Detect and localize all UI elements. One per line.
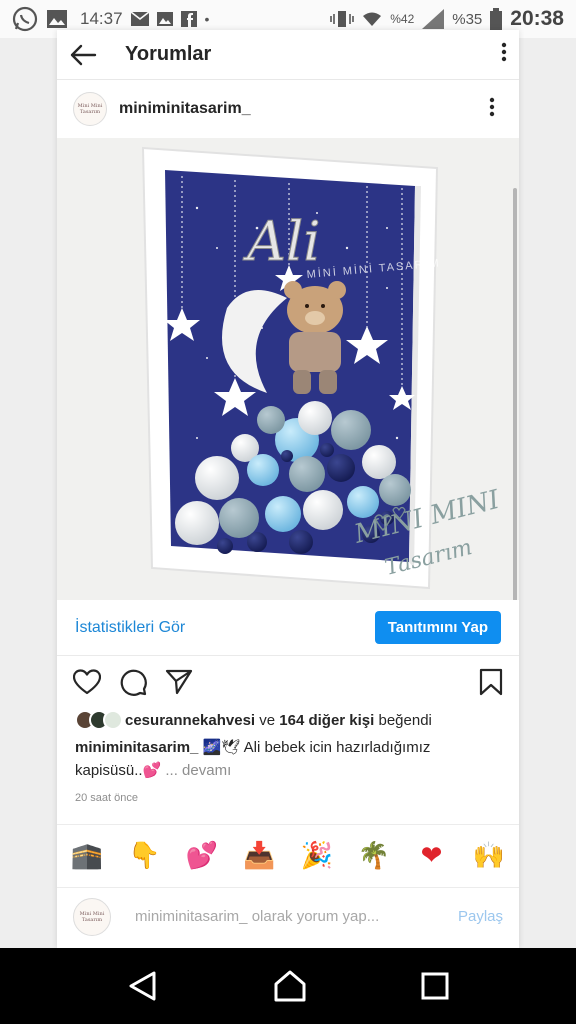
first-liker[interactable]: cesurannekahvesi — [125, 712, 255, 729]
vibrate-icon — [330, 11, 355, 27]
post-header: Mini Mini Tasarım miniminitasarim_ — [57, 80, 519, 138]
comment-icon[interactable] — [119, 668, 147, 696]
wifi-icon — [363, 12, 382, 26]
notification-gallery-icon — [156, 12, 173, 26]
other-likers[interactable]: 164 diğer kişi — [279, 712, 374, 729]
page-title: Yorumlar — [125, 43, 212, 65]
liker-avatar — [103, 710, 123, 730]
likes-connector: ve — [255, 711, 280, 729]
more-vertical-icon — [501, 42, 507, 62]
status-clock: 20:38 — [510, 7, 564, 30]
post-username[interactable]: miniminitasarim_ — [119, 100, 251, 118]
whatsapp-icon — [12, 6, 38, 32]
avatar-logo-text: Mini Mini Tasarım — [77, 103, 103, 115]
facebook-icon — [180, 11, 197, 27]
avatar[interactable]: Mini Mini Tasarım — [73, 92, 107, 126]
post-comment-button[interactable]: Paylaş — [458, 908, 503, 925]
signal-percent: %42 — [390, 12, 415, 26]
battery-percent: %35 — [452, 10, 483, 28]
emoji-two-hearts[interactable]: 💕 — [186, 840, 218, 872]
likes-summary[interactable]: cesurannekahvesi ve 164 diğer kişi beğen… — [57, 708, 519, 732]
emoji-inbox-tray[interactable]: 📥 — [243, 840, 275, 872]
header-more-button[interactable] — [501, 42, 507, 67]
scrollbar[interactable] — [513, 188, 517, 600]
more-vertical-icon — [489, 97, 495, 116]
comment-composer: Mini Mini Tasarım miniminitasarim_ olara… — [57, 887, 519, 945]
emoji-raising-hands[interactable]: 🙌 — [473, 840, 505, 872]
likes-suffix: beğendi — [374, 711, 432, 729]
post-actions — [57, 656, 519, 708]
promotion-bar: İstatistikleri Gör Tanıtımını Yap — [57, 600, 519, 656]
send-icon[interactable] — [165, 669, 193, 695]
nav-home-icon[interactable] — [272, 968, 308, 1004]
caption-emojis: 🌌🕊 — [202, 739, 241, 756]
view-insights-link[interactable]: İstatistikleri Gör — [75, 619, 185, 637]
nav-recents-icon[interactable] — [420, 971, 450, 1001]
promote-button[interactable]: Tanıtımını Yap — [374, 611, 501, 644]
signal-icon — [422, 9, 445, 29]
name-topper-text: Ali — [242, 210, 321, 273]
emoji-palm-tree[interactable]: 🌴 — [358, 840, 390, 872]
post-caption: miniminitasarim_ 🌌🕊 Ali bebek icin hazır… — [57, 732, 519, 782]
emoji-red-heart[interactable]: ❤ — [416, 840, 448, 872]
more-notifications-dot: • — [204, 11, 210, 27]
quick-emoji-bar: 🕋 👇 💕 📥 🎉 🌴 ❤ 🙌 — [57, 825, 519, 887]
liker-avatars — [75, 710, 123, 730]
caption-more-link[interactable]: ... devamı — [165, 762, 231, 779]
nav-back-icon[interactable] — [126, 969, 160, 1003]
arrow-left-icon — [70, 44, 97, 65]
composer-avatar: Mini Mini Tasarım — [73, 897, 111, 936]
status-time-left: 14:37 — [80, 9, 123, 28]
post-image-illustration: Ali MİNİ MİNİ TASARIM MINI MINI Tasarım — [57, 138, 519, 600]
comment-input[interactable]: miniminitasarim_ olarak yorum yap... — [135, 908, 458, 925]
emoji-pointing-down[interactable]: 👇 — [128, 840, 160, 872]
post-image[interactable]: Ali MİNİ MİNİ TASARIM MINI MINI Tasarım — [57, 138, 519, 600]
mail-icon — [130, 12, 149, 26]
heart-icon[interactable] — [73, 669, 101, 695]
post-timestamp: 20 saat önce — [75, 792, 138, 804]
caption-username[interactable]: miniminitasarim_ — [75, 739, 198, 756]
emoji-party-popper[interactable]: 🎉 — [301, 840, 333, 872]
battery-icon — [490, 8, 503, 30]
avatar-logo-text: Mini Mini Tasarım — [79, 910, 105, 923]
post-more-button[interactable] — [489, 97, 495, 122]
back-button[interactable] — [69, 40, 99, 70]
system-navigation-bar — [0, 948, 576, 1024]
top-app-bar: Yorumlar — [57, 30, 519, 80]
comments-screen: Yorumlar Mini Mini Tasarım miniminitasar… — [57, 30, 519, 948]
bookmark-icon[interactable] — [479, 668, 503, 696]
gallery-icon — [47, 10, 67, 28]
emoji-kaaba[interactable]: 🕋 — [71, 840, 103, 872]
